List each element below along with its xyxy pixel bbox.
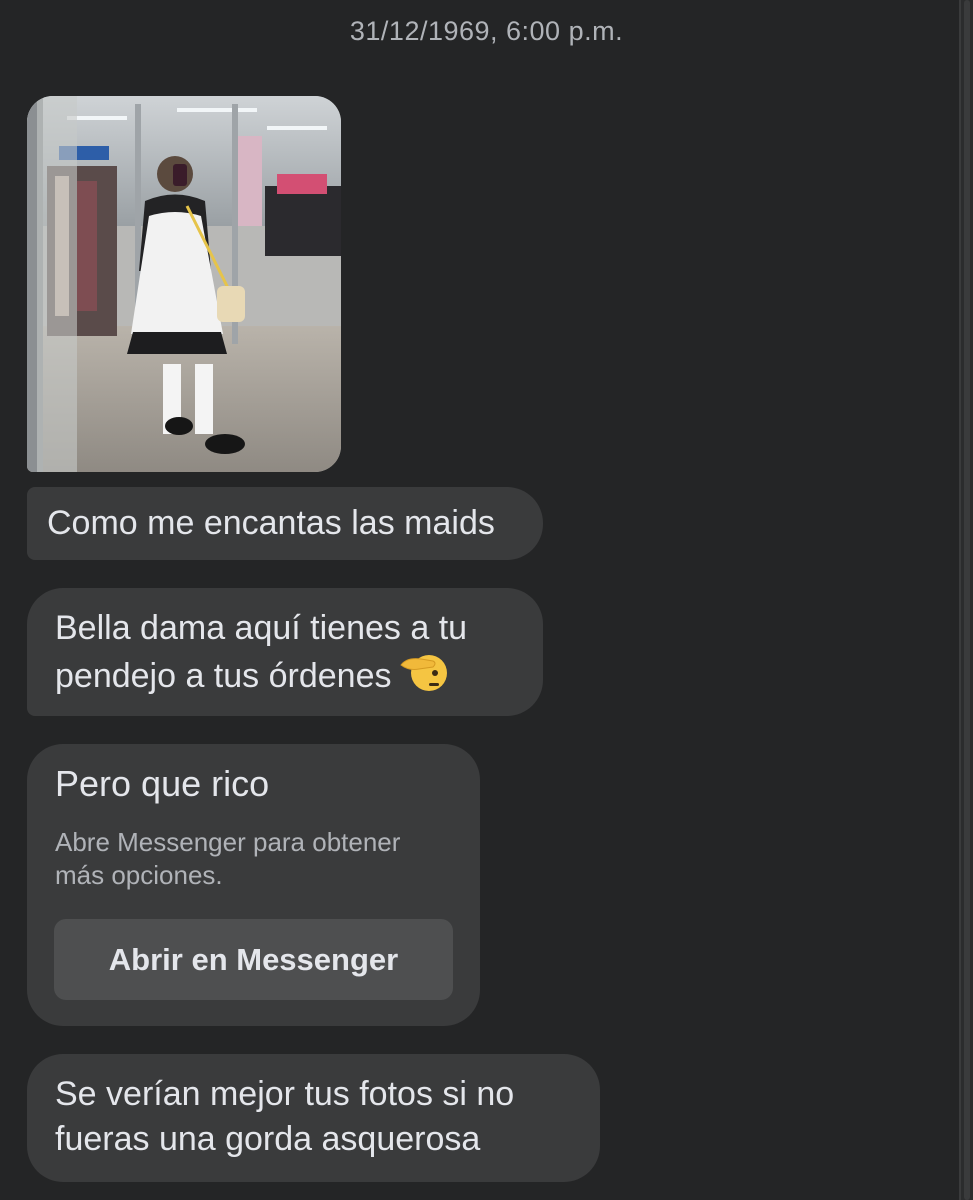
message-text-line-1: Se verían mejor tus fotos si no — [55, 1075, 515, 1113]
unsupported-message-card: Pero que rico Abre Messenger para obtene… — [27, 744, 480, 1026]
scrollbar-thumb[interactable] — [964, 0, 970, 1200]
message-bubble-2[interactable]: Bella dama aquí tienes a tu pendejo a tu… — [27, 588, 543, 716]
message-text-line-2: fueras una gorda asquerosa — [55, 1120, 481, 1158]
saluting-face-emoji — [399, 651, 448, 705]
message-bubble-1[interactable]: Como me encantas las maids — [27, 487, 543, 560]
message-timestamp: 31/12/1969, 6:00 p.m. — [349, 16, 624, 46]
photo-attachment[interactable] — [27, 96, 341, 472]
message-bubble-4[interactable]: Se verían mejor tus fotos si no fueras u… — [27, 1054, 600, 1182]
note-line-2: más opciones. — [55, 860, 223, 890]
note-line-1: Abre Messenger para obtener — [55, 827, 401, 857]
message-text: Como me encantas las maids — [47, 504, 495, 542]
message-text: Pero que rico — [55, 763, 270, 804]
scrollbar[interactable] — [959, 0, 973, 1200]
message-text-line-2: pendejo a tus órdenes — [55, 657, 392, 695]
open-messenger-note: Abre Messenger para obtener más opciones… — [55, 826, 452, 892]
open-in-messenger-button[interactable]: Abrir en Messenger — [54, 919, 453, 1000]
message-text-line-1: Bella dama aquí tienes a tu — [55, 609, 468, 647]
photo-image — [27, 96, 341, 472]
